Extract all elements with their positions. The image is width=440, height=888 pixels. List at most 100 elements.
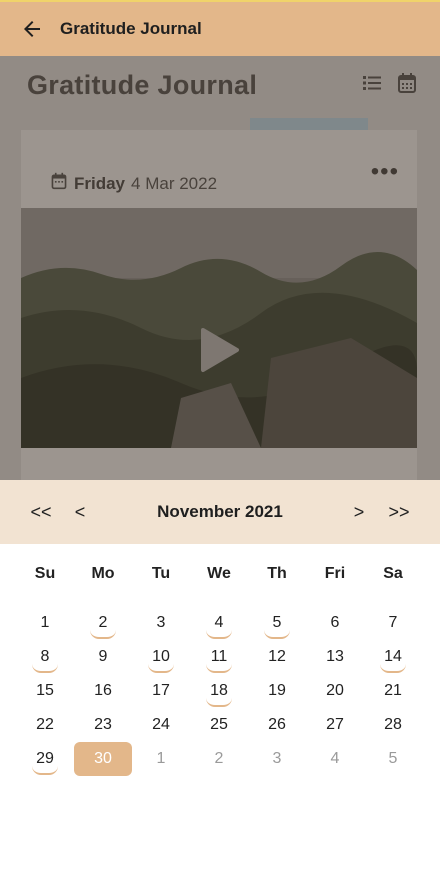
entry-marker bbox=[206, 698, 232, 707]
journal-entry-card[interactable]: Friday 4 Mar 2022 ••• bbox=[21, 130, 417, 480]
day-number: 17 bbox=[152, 682, 170, 699]
day-cell[interactable]: 24 bbox=[132, 708, 190, 742]
day-grid: 1 2 3 4 5 6 7 8 9 10 11 12 13 14 15 16 17 18 19 20 21 22 23 24 2… bbox=[16, 606, 424, 776]
app-root: Gratitude Journal Gratitude Journal Frid… bbox=[0, 0, 440, 888]
day-cell[interactable]: 3 bbox=[248, 742, 306, 776]
day-cell[interactable]: 13 bbox=[306, 640, 364, 674]
entry-marker bbox=[380, 664, 406, 673]
day-number: 26 bbox=[268, 716, 286, 733]
day-cell[interactable]: 3 bbox=[132, 606, 190, 640]
entry-date-text: 4 Mar 2022 bbox=[131, 173, 218, 193]
day-number: 21 bbox=[384, 682, 402, 699]
entry-marker bbox=[32, 766, 58, 775]
weekday-label: Fri bbox=[324, 565, 346, 582]
day-cell[interactable]: 2 bbox=[74, 606, 132, 640]
day-number: 7 bbox=[388, 614, 398, 631]
day-cell[interactable]: 29 bbox=[16, 742, 74, 776]
day-cell[interactable]: 4 bbox=[306, 742, 364, 776]
day-cell[interactable]: 4 bbox=[190, 606, 248, 640]
weekday-label: We bbox=[207, 565, 231, 582]
day-cell[interactable]: 20 bbox=[306, 674, 364, 708]
calendar: Su Mo Tu We Th Fri Sa 1 2 3 4 5 6 7 8 9 10 11 12 13 14 15 16 1… bbox=[16, 544, 424, 776]
day-cell[interactable]: 10 bbox=[132, 640, 190, 674]
day-cell[interactable]: 16 bbox=[74, 674, 132, 708]
day-cell[interactable]: 1 bbox=[16, 606, 74, 640]
calendar-header: << < November 2021 > >> bbox=[0, 480, 440, 544]
day-cell[interactable]: 5 bbox=[364, 742, 422, 776]
day-cell[interactable]: 21 bbox=[364, 674, 422, 708]
video-thumbnail[interactable] bbox=[21, 208, 417, 448]
weekday-label: Sa bbox=[383, 565, 403, 582]
calendar-icon[interactable] bbox=[397, 72, 417, 99]
day-cell[interactable]: 12 bbox=[248, 640, 306, 674]
day-number: 27 bbox=[326, 716, 344, 733]
day-cell[interactable]: 22 bbox=[16, 708, 74, 742]
day-cell[interactable]: 5 bbox=[248, 606, 306, 640]
day-number: 28 bbox=[384, 716, 402, 733]
weekday-label: Su bbox=[34, 565, 56, 582]
day-number: 24 bbox=[152, 716, 170, 733]
day-cell[interactable]: 17 bbox=[132, 674, 190, 708]
day-number: 30 bbox=[74, 742, 132, 776]
day-number: 12 bbox=[268, 648, 286, 665]
entry-day: Friday bbox=[74, 173, 126, 193]
day-number: 19 bbox=[268, 682, 286, 699]
weekday-label: Th bbox=[267, 565, 287, 582]
next-year-button[interactable]: >> bbox=[379, 480, 419, 544]
day-cell[interactable]: 23 bbox=[74, 708, 132, 742]
day-cell[interactable]: 7 bbox=[364, 606, 422, 640]
day-cell[interactable]: 6 bbox=[306, 606, 364, 640]
day-cell[interactable]: 28 bbox=[364, 708, 422, 742]
day-cell[interactable]: 19 bbox=[248, 674, 306, 708]
day-cell[interactable]: 8 bbox=[16, 640, 74, 674]
entry-marker bbox=[90, 630, 116, 639]
day-number: 13 bbox=[326, 648, 344, 665]
play-icon[interactable] bbox=[197, 326, 241, 379]
page-header: Gratitude Journal bbox=[27, 68, 417, 102]
day-cell[interactable]: 1 bbox=[132, 742, 190, 776]
day-number: 20 bbox=[326, 682, 344, 699]
day-number: 25 bbox=[210, 716, 228, 733]
day-number: 16 bbox=[94, 682, 112, 699]
entry-marker bbox=[264, 630, 290, 639]
page-title: Gratitude Journal bbox=[27, 69, 258, 100]
arrow-left-icon[interactable] bbox=[4, 2, 60, 56]
entry-marker bbox=[206, 630, 232, 639]
day-cell[interactable]: 11 bbox=[190, 640, 248, 674]
day-number: 2 bbox=[214, 750, 224, 767]
day-cell[interactable]: 26 bbox=[248, 708, 306, 742]
day-number: 3 bbox=[156, 614, 166, 631]
day-number: 3 bbox=[272, 750, 282, 767]
day-cell[interactable]: 14 bbox=[364, 640, 422, 674]
day-cell[interactable]: 25 bbox=[190, 708, 248, 742]
day-number: 23 bbox=[94, 716, 112, 733]
next-month-button[interactable]: > bbox=[339, 480, 379, 544]
day-number: 22 bbox=[36, 716, 54, 733]
page-header-icons bbox=[361, 72, 417, 99]
app-bar: Gratitude Journal bbox=[0, 0, 440, 56]
calendar-icon bbox=[50, 172, 68, 195]
entry-marker bbox=[148, 664, 174, 673]
day-number: 5 bbox=[388, 750, 398, 767]
day-cell[interactable]: 2 bbox=[190, 742, 248, 776]
app-bar-title: Gratitude Journal bbox=[60, 19, 202, 38]
weekday-label: Tu bbox=[151, 565, 171, 582]
day-number: 4 bbox=[330, 750, 340, 767]
day-cell[interactable]: 9 bbox=[74, 640, 132, 674]
entry-marker bbox=[206, 664, 232, 673]
day-cell-selected[interactable]: 30 bbox=[74, 742, 132, 776]
more-options-icon[interactable]: ••• bbox=[371, 158, 399, 186]
list-icon[interactable] bbox=[361, 72, 383, 99]
day-number: 1 bbox=[156, 750, 166, 767]
day-number: 9 bbox=[98, 648, 108, 665]
journal-page-background: Gratitude Journal Friday 4 Mar 2022 ••• bbox=[0, 56, 440, 480]
day-cell[interactable]: 15 bbox=[16, 674, 74, 708]
entry-date: Friday 4 Mar 2022 bbox=[50, 172, 217, 195]
weekday-header: Su Mo Tu We Th Fri Sa bbox=[16, 544, 424, 604]
day-number: 1 bbox=[40, 614, 50, 631]
day-cell[interactable]: 18 bbox=[190, 674, 248, 708]
weekday-label: Mo bbox=[91, 565, 115, 582]
entry-marker bbox=[32, 664, 58, 673]
day-number: 15 bbox=[36, 682, 54, 699]
day-cell[interactable]: 27 bbox=[306, 708, 364, 742]
